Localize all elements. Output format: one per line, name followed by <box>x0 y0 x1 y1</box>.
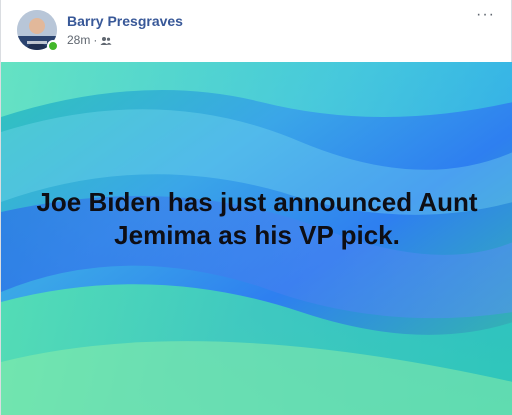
post-media[interactable]: Joe Biden has just announced Aunt Jemima… <box>1 62 512 415</box>
post-timestamp[interactable]: 28m <box>67 33 90 47</box>
more-options-icon[interactable]: ··· <box>476 6 495 24</box>
post-header: Barry Presgraves 28m · ··· <box>1 0 512 62</box>
feed-post: Barry Presgraves 28m · ··· Joe Biden has… <box>0 0 512 415</box>
post-text: Joe Biden has just announced Aunt Jemima… <box>36 187 478 250</box>
author-name[interactable]: Barry Presgraves <box>67 13 183 29</box>
post-meta: 28m · <box>67 33 112 47</box>
friends-icon[interactable] <box>100 35 112 45</box>
meta-separator: · <box>93 33 98 47</box>
online-status-indicator <box>47 40 59 52</box>
